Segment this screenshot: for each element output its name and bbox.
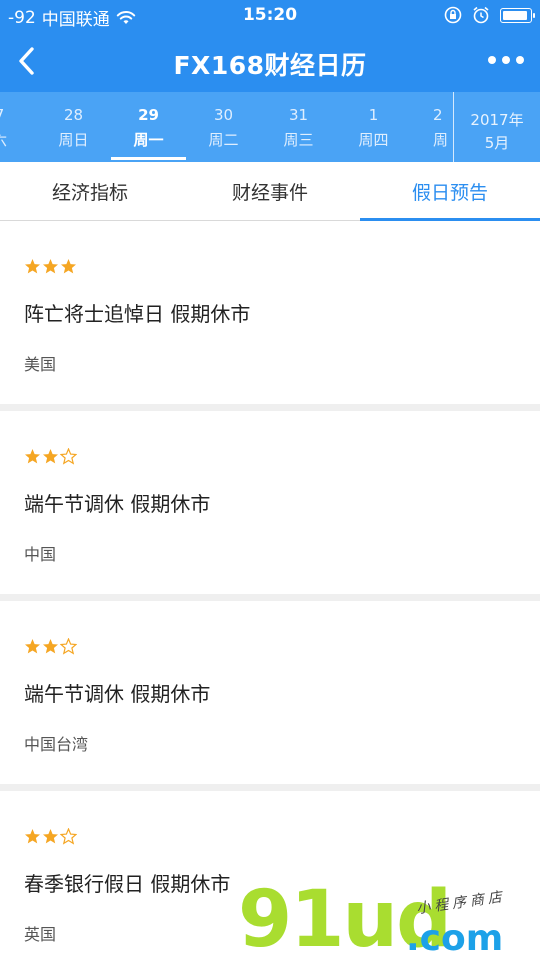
holiday-title: 端午节调休 假期休市 (24, 492, 211, 516)
tab-financial-events[interactable]: 财经事件 (180, 162, 360, 220)
page-title: FX168财经日历 (173, 51, 367, 80)
importance-stars (24, 448, 77, 465)
list-divider (0, 594, 540, 601)
date-number: 1 (368, 106, 379, 124)
importance-stars (24, 258, 77, 275)
date-number: 30 (213, 106, 234, 124)
importance-stars (24, 828, 77, 845)
month-year: 2017年 (470, 111, 524, 129)
star-filled-icon (61, 259, 76, 274)
holiday-card[interactable]: 阵亡将士追悼日 假期休市美国 (0, 221, 540, 404)
star-filled-icon (25, 829, 40, 844)
date-weekday: 周一 (133, 131, 164, 149)
date-item[interactable]: 28 周日 (36, 92, 111, 162)
date-weekday: 周日 (58, 131, 89, 149)
star-filled-icon (25, 449, 40, 464)
holiday-card[interactable]: 端午节调休 假期休市中国 (0, 411, 540, 594)
date-item-selected[interactable]: 29 周一 (111, 92, 186, 162)
battery-icon (500, 7, 535, 23)
star-empty-icon (60, 828, 77, 845)
date-item[interactable]: 1 周四 (336, 92, 411, 162)
date-item[interactable]: 30 周二 (186, 92, 261, 162)
date-selector: 7 六 28 周日 29 周一 30 周二 31 周三 1 周四 2 周 201… (0, 92, 540, 162)
holiday-card[interactable]: 春季银行假日 假期休市英国 (0, 791, 540, 960)
star-empty-icon (60, 448, 77, 465)
star-filled-icon (25, 639, 40, 654)
date-number: 31 (288, 106, 309, 124)
rotation-lock-icon (444, 6, 462, 24)
date-number: 7 (0, 106, 37, 124)
holiday-country: 中国台湾 (24, 735, 89, 754)
holiday-card[interactable]: 端午节调休 假期休市中国台湾 (0, 601, 540, 784)
holiday-country: 美国 (24, 355, 57, 374)
more-menu-icon[interactable] (488, 52, 524, 68)
holiday-title: 春季银行假日 假期休市 (24, 872, 231, 896)
status-right (444, 6, 535, 24)
holiday-country: 中国 (24, 545, 57, 564)
star-filled-icon (43, 639, 58, 654)
holiday-title: 端午节调休 假期休市 (24, 682, 211, 706)
holiday-country: 英国 (24, 925, 57, 944)
importance-stars (24, 638, 77, 655)
date-number: 29 (138, 106, 159, 124)
date-weekday: 周四 (358, 131, 389, 149)
date-item[interactable]: 7 六 (0, 92, 37, 162)
date-weekday: 周二 (208, 131, 239, 149)
holiday-list: 阵亡将士追悼日 假期休市 美国 端午节调休 假期休市 中国 端午节调休 假期休市 中国台湾… (0, 221, 540, 960)
tab-holiday-notice[interactable]: 假日预告 (360, 162, 540, 221)
date-item[interactable]: 31 周三 (261, 92, 336, 162)
tab-bar: 经济指标 财经事件 假日预告 (0, 162, 540, 221)
alarm-icon (473, 6, 489, 24)
star-empty-icon (60, 638, 77, 655)
date-weekday: 周三 (283, 131, 314, 149)
date-number: 28 (63, 106, 84, 124)
list-divider (0, 404, 540, 411)
holiday-title: 阵亡将士追悼日 假期休市 (24, 302, 251, 326)
date-weekday: 六 (0, 129, 37, 150)
tab-economic-indicators[interactable]: 经济指标 (0, 162, 180, 220)
status-bar: -92 中国联通 15:20 (0, 0, 540, 30)
star-filled-icon (43, 259, 58, 274)
month-picker[interactable]: 2017年 5月 (453, 92, 540, 162)
star-filled-icon (43, 449, 58, 464)
list-divider (0, 784, 540, 791)
battery-level (503, 10, 527, 20)
star-filled-icon (43, 829, 58, 844)
star-filled-icon (25, 259, 40, 274)
nav-bar: FX168财经日历 (0, 30, 540, 92)
month-month: 5月 (484, 134, 510, 152)
